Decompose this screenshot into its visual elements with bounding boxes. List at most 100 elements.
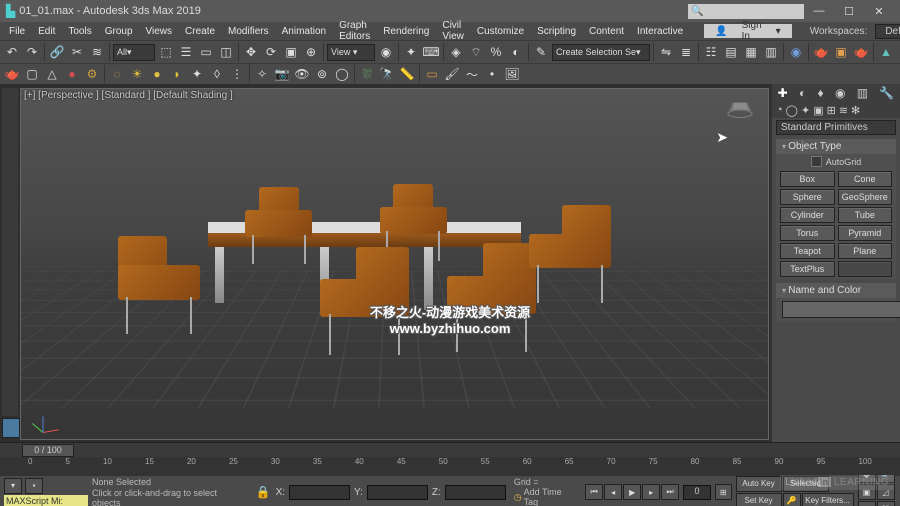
keyfilters-button[interactable]: Key Filters... (802, 493, 854, 506)
menu-group[interactable]: Group (100, 25, 138, 38)
open-autodesk-button[interactable]: ▲ (877, 43, 895, 61)
placement-button[interactable]: ⊕ (302, 43, 320, 61)
unlink-button[interactable]: ✂ (68, 43, 86, 61)
menu-customize[interactable]: Customize (472, 25, 529, 38)
tab-display[interactable]: ▥ (857, 86, 868, 100)
undo-button[interactable]: ↶ (3, 43, 21, 61)
coord-x-field[interactable] (289, 485, 350, 500)
use-pivot-button[interactable]: ◉ (377, 43, 395, 61)
schematic-view-button[interactable]: ▥ (762, 43, 780, 61)
move-button[interactable]: ✥ (242, 43, 260, 61)
cat-lights-icon[interactable]: ✦ (801, 104, 810, 117)
btn-plane[interactable]: Plane (838, 243, 893, 259)
menu-content[interactable]: Content (584, 25, 629, 38)
eye-icon[interactable]: 👁 (293, 65, 311, 83)
maxscript-listener[interactable]: MAXScript Mi: (4, 495, 88, 506)
current-frame-field[interactable]: 0 (683, 485, 711, 500)
goto-start-button[interactable]: ⏮ (585, 484, 603, 500)
autokey-button[interactable]: Auto Key (736, 476, 782, 492)
cone-icon[interactable]: △ (43, 65, 61, 83)
minimize-button[interactable]: — (804, 5, 834, 17)
named-selset-dropdown[interactable]: Create Selection Se ▾ (552, 44, 650, 61)
lock-selection-button[interactable]: 🔒 (255, 483, 272, 501)
menu-civilview[interactable]: Civil View (437, 19, 469, 43)
tab-utilities[interactable]: 🔧 (879, 86, 894, 100)
dome-icon[interactable]: ◗ (168, 65, 186, 83)
bind-spacewarp-button[interactable]: ≋ (88, 43, 106, 61)
cat-geometry-icon[interactable]: ◔ (776, 104, 783, 116)
tab-hierarchy[interactable]: ♦ (818, 86, 824, 100)
ref-coord-dropdown[interactable]: View ▾ (327, 44, 375, 61)
menu-file[interactable]: File (4, 25, 30, 38)
goto-end-button[interactable]: ⏭ (661, 484, 679, 500)
portal-icon[interactable]: ▭ (423, 65, 441, 83)
menu-tools[interactable]: Tools (63, 25, 96, 38)
next-frame-button[interactable]: ▸ (642, 484, 660, 500)
toggle-ribbon-button[interactable]: ▤ (722, 43, 740, 61)
menu-scripting[interactable]: Scripting (532, 25, 581, 38)
render-button[interactable]: 🫖 (852, 43, 870, 61)
btn-sphere[interactable]: Sphere (780, 189, 835, 205)
angle-snap-button[interactable]: ⌔ (467, 43, 485, 61)
tab-modify[interactable]: ◐ (799, 86, 806, 100)
btn-torus[interactable]: Torus (780, 225, 835, 241)
time-slider-knob[interactable]: 0 / 100 (22, 444, 74, 457)
close-button[interactable]: ✕ (864, 5, 894, 18)
btn-tube[interactable]: Tube (838, 207, 893, 223)
subcategory-dropdown[interactable]: Standard Primitives (776, 120, 896, 135)
btn-cone[interactable]: Cone (838, 171, 893, 187)
scale-button[interactable]: ▣ (282, 43, 300, 61)
material-editor-button[interactable]: ◉ (787, 43, 805, 61)
play-button[interactable]: ▶ (623, 484, 641, 500)
path-icon[interactable]: ～ (463, 65, 481, 83)
snap-button[interactable]: ◈ (447, 43, 465, 61)
menu-animation[interactable]: Animation (277, 25, 331, 38)
lights-icon[interactable]: ✦ (188, 65, 206, 83)
cat-spacewarps-icon[interactable]: ≋ (839, 104, 848, 117)
volume-icon[interactable]: ◊ (208, 65, 226, 83)
sun-icon[interactable]: ☀ (128, 65, 146, 83)
menu-modifiers[interactable]: Modifiers (223, 25, 274, 38)
coord-z-field[interactable] (445, 485, 506, 500)
binoculars-icon[interactable]: 🔭 (378, 65, 396, 83)
menu-create[interactable]: Create (180, 25, 220, 38)
menu-rendering[interactable]: Rendering (378, 25, 434, 38)
tape-icon[interactable]: 📏 (398, 65, 416, 83)
coord-y-field[interactable] (367, 485, 428, 500)
add-time-tag[interactable]: ◷Add Time Tag (514, 487, 573, 506)
viewport-perspective[interactable]: [+] [Perspective ] [Standard ] [Default … (20, 88, 769, 440)
btn-teapot[interactable]: Teapot (780, 243, 835, 259)
nav-orbit-button[interactable]: ⊙ (858, 501, 876, 506)
keyboard-shortcut-button[interactable]: ⌨ (422, 43, 440, 61)
track-bar[interactable]: 0510152025303540455055606570758085909510… (0, 457, 900, 475)
workspaces-dropdown[interactable]: Default ▾ (875, 24, 900, 39)
btn-textplus[interactable]: TextPlus (780, 261, 835, 277)
link-button[interactable]: 🔗 (48, 43, 66, 61)
torus-icon[interactable]: ◯ (333, 65, 351, 83)
object-name-input[interactable] (782, 301, 900, 318)
mirror-button[interactable]: ⇋ (657, 43, 675, 61)
btn-geosphere[interactable]: GeoSphere (838, 189, 893, 205)
manipulate-button[interactable]: ✦ (402, 43, 420, 61)
image-icon[interactable]: 🖼 (503, 65, 521, 83)
cat-helpers-icon[interactable]: ⊞ (827, 104, 836, 117)
sphere-icon[interactable]: ● (148, 65, 166, 83)
cat-cameras-icon[interactable]: ▣ (813, 104, 823, 117)
autogrid-checkbox[interactable]: AutoGrid (776, 154, 896, 169)
trackbar-filter-button[interactable]: ▾ (4, 478, 22, 494)
setkey-button[interactable]: Set Key (736, 493, 782, 506)
isolate-icon[interactable]: ◌ (108, 65, 126, 83)
time-slider[interactable]: 0 / 100 (0, 442, 900, 457)
cat-systems-icon[interactable]: ✻ (851, 104, 860, 117)
btn-box[interactable]: Box (780, 171, 835, 187)
menu-views[interactable]: Views (141, 25, 178, 38)
help-search-input[interactable]: 🔍 (688, 4, 804, 19)
prev-frame-button[interactable]: ◂ (604, 484, 622, 500)
rect-region-button[interactable]: ▭ (197, 43, 215, 61)
menu-edit[interactable]: Edit (33, 25, 60, 38)
trackbar-keys-button[interactable]: ▪ (25, 478, 43, 494)
render-frame-button[interactable]: ▣ (832, 43, 850, 61)
percent-snap-button[interactable]: % (487, 43, 505, 61)
redo-button[interactable]: ↷ (23, 43, 41, 61)
tab-motion[interactable]: ◉ (835, 86, 845, 100)
